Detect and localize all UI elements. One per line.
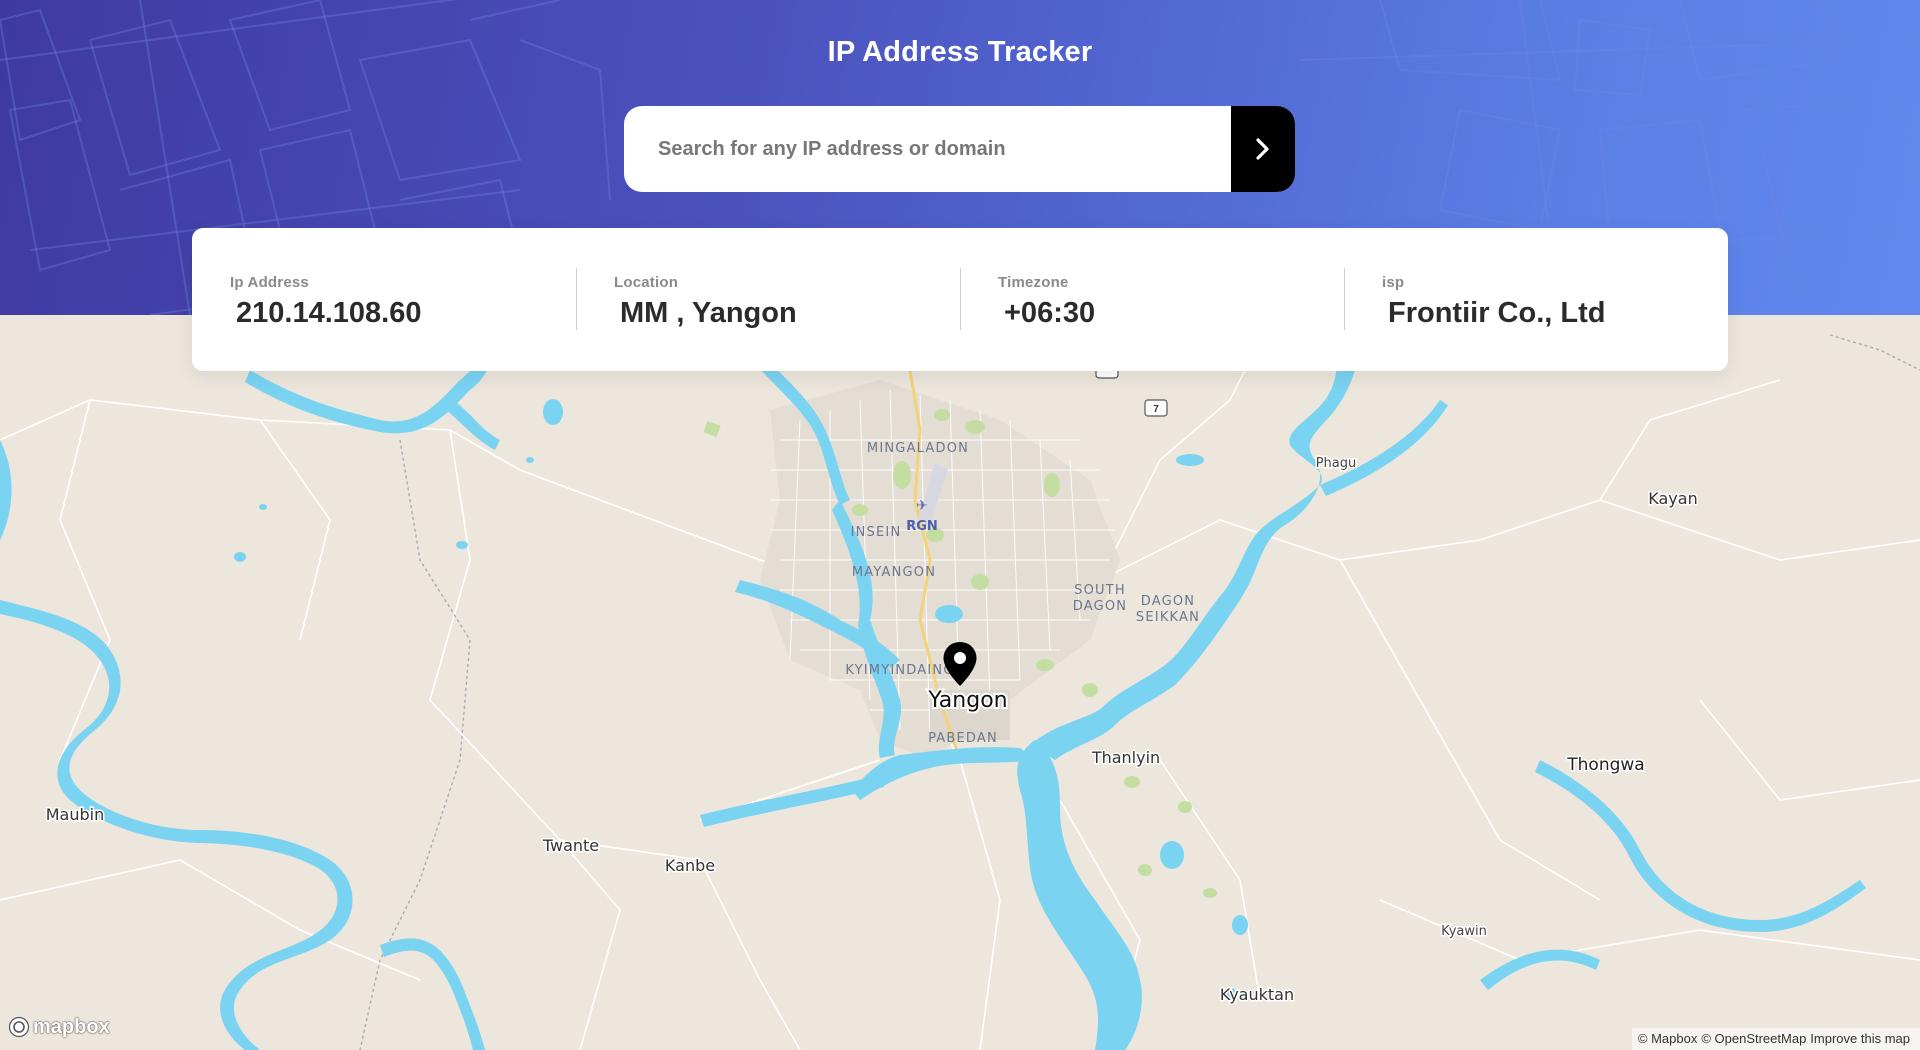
svg-text:7: 7: [1153, 404, 1159, 415]
label-kyauktan: Kyauktan: [1220, 985, 1294, 1004]
label-phagu: Phagu: [1316, 456, 1357, 471]
search-bar: [624, 106, 1295, 192]
label-thanlyin: Thanlyin: [1091, 748, 1160, 767]
timezone-value: +06:30: [1004, 297, 1096, 329]
ip-address-value: 210.14.108.60: [236, 297, 422, 329]
label-thongwa: Thongwa: [1566, 755, 1644, 775]
airport-icon: ✈: [916, 498, 928, 514]
mapbox-logo-icon: [8, 1016, 30, 1038]
label-kyawin: Kyawin: [1441, 924, 1487, 939]
isp-value: Frontiir Co., Ltd: [1388, 297, 1606, 329]
label-mingaladon: MINGALADON: [867, 441, 969, 456]
label-dagon-seikkan-2: SEIKKAN: [1136, 610, 1200, 625]
attribution-mapbox-link[interactable]: © Mapbox: [1638, 1031, 1697, 1046]
label-kyimyindaing: KYIMYINDAING: [845, 663, 954, 678]
attribution-improve-link[interactable]: Improve this map: [1810, 1031, 1910, 1046]
label-dagon-seikkan-1: DAGON: [1141, 594, 1195, 609]
label-rgn: RGN: [906, 519, 938, 534]
label-south-dagon-2: DAGON: [1073, 599, 1127, 614]
mapbox-logo-text: mapbox: [33, 1015, 110, 1038]
location-pin-icon[interactable]: [942, 641, 978, 687]
map-attribution: © Mapbox © OpenStreetMap Improve this map: [1631, 1028, 1920, 1050]
label-mayangon: MAYANGON: [852, 565, 936, 580]
isp-label: isp: [1382, 274, 1405, 291]
attribution-osm-link[interactable]: © OpenStreetMap: [1701, 1031, 1806, 1046]
location-value: MM , Yangon: [620, 297, 797, 329]
chevron-right-icon: [1256, 138, 1269, 160]
ip-info-card: Ip Address 210.14.108.60 Location MM , Y…: [192, 228, 1728, 371]
timezone-label: Timezone: [998, 274, 1069, 291]
search-submit-button[interactable]: [1231, 106, 1295, 192]
ip-address-section: Ip Address 210.14.108.60: [192, 228, 576, 371]
label-pabedan: PABEDAN: [928, 731, 998, 746]
search-input[interactable]: [624, 106, 1231, 192]
location-section: Location MM , Yangon: [576, 228, 960, 371]
mapbox-logo[interactable]: mapbox: [8, 1014, 110, 1040]
road-shield-7: 7: [1144, 399, 1168, 417]
isp-section: isp Frontiir Co., Ltd: [1344, 228, 1728, 371]
location-label: Location: [614, 274, 679, 291]
label-maubin: Maubin: [46, 805, 105, 824]
label-kanbe: Kanbe: [665, 856, 715, 875]
label-kayan: Kayan: [1648, 489, 1697, 508]
ip-address-label: Ip Address: [230, 274, 309, 291]
label-insein: INSEIN: [851, 525, 902, 540]
timezone-section: Timezone +06:30: [960, 228, 1344, 371]
page-title: IP Address Tracker: [827, 36, 1093, 68]
label-yangon: Yangon: [927, 688, 1007, 713]
label-south-dagon-1: SOUTH: [1074, 583, 1126, 598]
label-twante: Twante: [542, 836, 599, 855]
